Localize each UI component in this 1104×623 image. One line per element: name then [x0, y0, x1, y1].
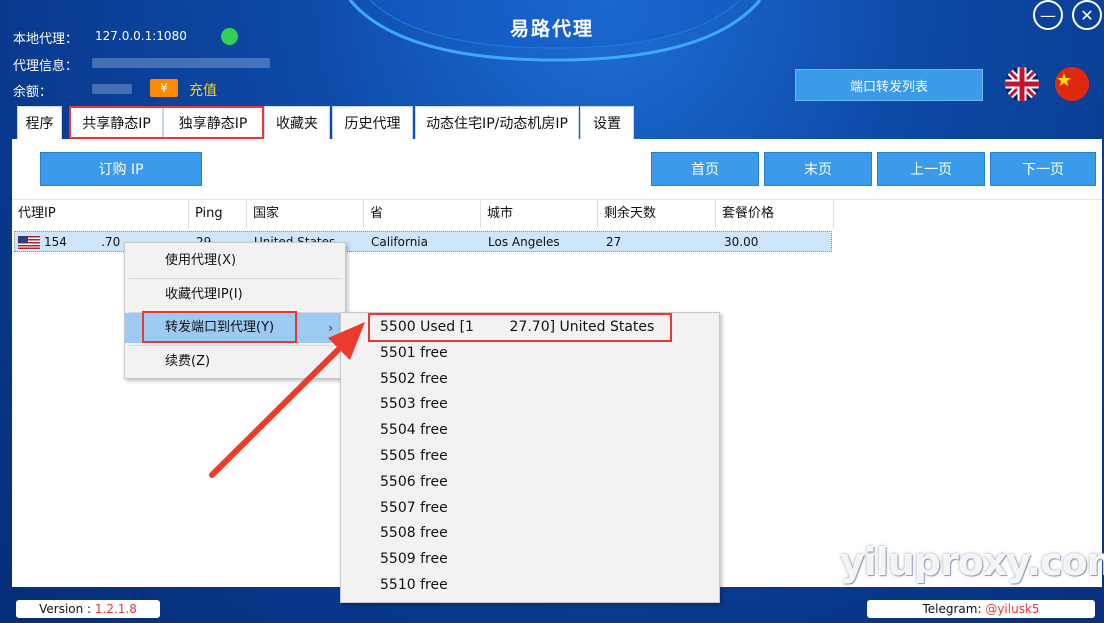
- next-page-button[interactable]: 下一页: [990, 152, 1096, 186]
- cell-ip: 154 .70: [44, 235, 121, 249]
- menu-separator: [129, 278, 341, 279]
- watermark: yiluproxy.com: [840, 540, 1104, 584]
- table-header: 代理IP Ping 国家 省 城市 剩余天数 套餐价格: [12, 199, 1102, 229]
- cell-city: Los Angeles: [488, 235, 560, 249]
- column-header-ip[interactable]: 代理IP: [12, 200, 189, 228]
- column-header-days-left[interactable]: 剩余天数: [598, 200, 716, 228]
- telegram-link[interactable]: @yilusk5: [985, 602, 1039, 616]
- version-info: Version : 1.2.1.8: [16, 600, 160, 618]
- version-label: Version :: [39, 602, 92, 616]
- port-item-5503[interactable]: 5503 free: [341, 392, 719, 418]
- port-item-5509[interactable]: 5509 free: [341, 547, 719, 573]
- balance-label: 余额：: [13, 85, 53, 100]
- telegram-label: Telegram:: [922, 602, 982, 616]
- proxy-info-redacted: [92, 58, 270, 68]
- cell-days-left: 27: [606, 235, 622, 249]
- port-submenu: 5500 Used [1 27.70] United States 5501 f…: [340, 312, 720, 603]
- port-item-5506[interactable]: 5506 free: [341, 470, 719, 496]
- column-header-price[interactable]: 套餐价格: [716, 200, 834, 228]
- cell-province: California: [371, 235, 428, 249]
- tab-settings[interactable]: 设置: [580, 106, 634, 139]
- last-page-button[interactable]: 末页: [764, 152, 872, 186]
- port-item-5504[interactable]: 5504 free: [341, 418, 719, 444]
- status-online-icon: [221, 28, 238, 45]
- cell-price: 30.00: [724, 235, 759, 249]
- column-header-province[interactable]: 省: [364, 200, 481, 228]
- port-item-5505[interactable]: 5505 free: [341, 444, 719, 470]
- tab-program[interactable]: 程序: [17, 106, 62, 139]
- column-header-city[interactable]: 城市: [481, 200, 598, 228]
- minimize-icon[interactable]: —: [1033, 0, 1063, 30]
- port-forward-list-button[interactable]: 端口转发列表: [795, 69, 983, 101]
- column-header-ping[interactable]: Ping: [189, 200, 247, 228]
- annotation-arrow-icon: [209, 322, 365, 478]
- close-icon[interactable]: ✕: [1072, 0, 1102, 30]
- menu-item-use-proxy[interactable]: 使用代理(X): [125, 246, 345, 276]
- port-5500-highlight-box: [368, 313, 672, 342]
- balance-redacted: [92, 84, 132, 94]
- recharge-icon[interactable]: ¥: [150, 79, 178, 97]
- tabs-highlight-box: [69, 106, 264, 139]
- menu-item-favorite-ip[interactable]: 收藏代理IP(I): [125, 280, 345, 310]
- port-item-5507[interactable]: 5507 free: [341, 496, 719, 522]
- cn-flag-icon[interactable]: [1055, 67, 1089, 101]
- port-item-5501[interactable]: 5501 free: [341, 341, 719, 367]
- local-proxy-value: 127.0.0.1:1080: [95, 29, 187, 43]
- prev-page-button[interactable]: 上一页: [877, 152, 985, 186]
- port-item-5502[interactable]: 5502 free: [341, 367, 719, 393]
- proxy-info-label: 代理信息：: [13, 59, 79, 74]
- telegram-info: Telegram: @yilusk5: [867, 600, 1095, 618]
- version-value: 1.2.1.8: [94, 602, 137, 616]
- port-item-5508[interactable]: 5508 free: [341, 521, 719, 547]
- us-flag-icon: [18, 236, 40, 249]
- local-proxy-label: 本地代理：: [13, 32, 79, 47]
- tab-favorites[interactable]: 收藏夹: [264, 106, 330, 139]
- tab-dynamic-ip[interactable]: 动态住宅IP/动态机房IP: [415, 106, 579, 139]
- column-header-country[interactable]: 国家: [247, 200, 364, 228]
- tab-history[interactable]: 历史代理: [332, 106, 413, 139]
- first-page-button[interactable]: 首页: [651, 152, 759, 186]
- recharge-link[interactable]: 充值: [189, 80, 217, 100]
- uk-flag-icon[interactable]: [1005, 67, 1039, 101]
- buy-ip-button[interactable]: 订购 IP: [40, 152, 202, 186]
- port-item-5510[interactable]: 5510 free: [341, 573, 719, 599]
